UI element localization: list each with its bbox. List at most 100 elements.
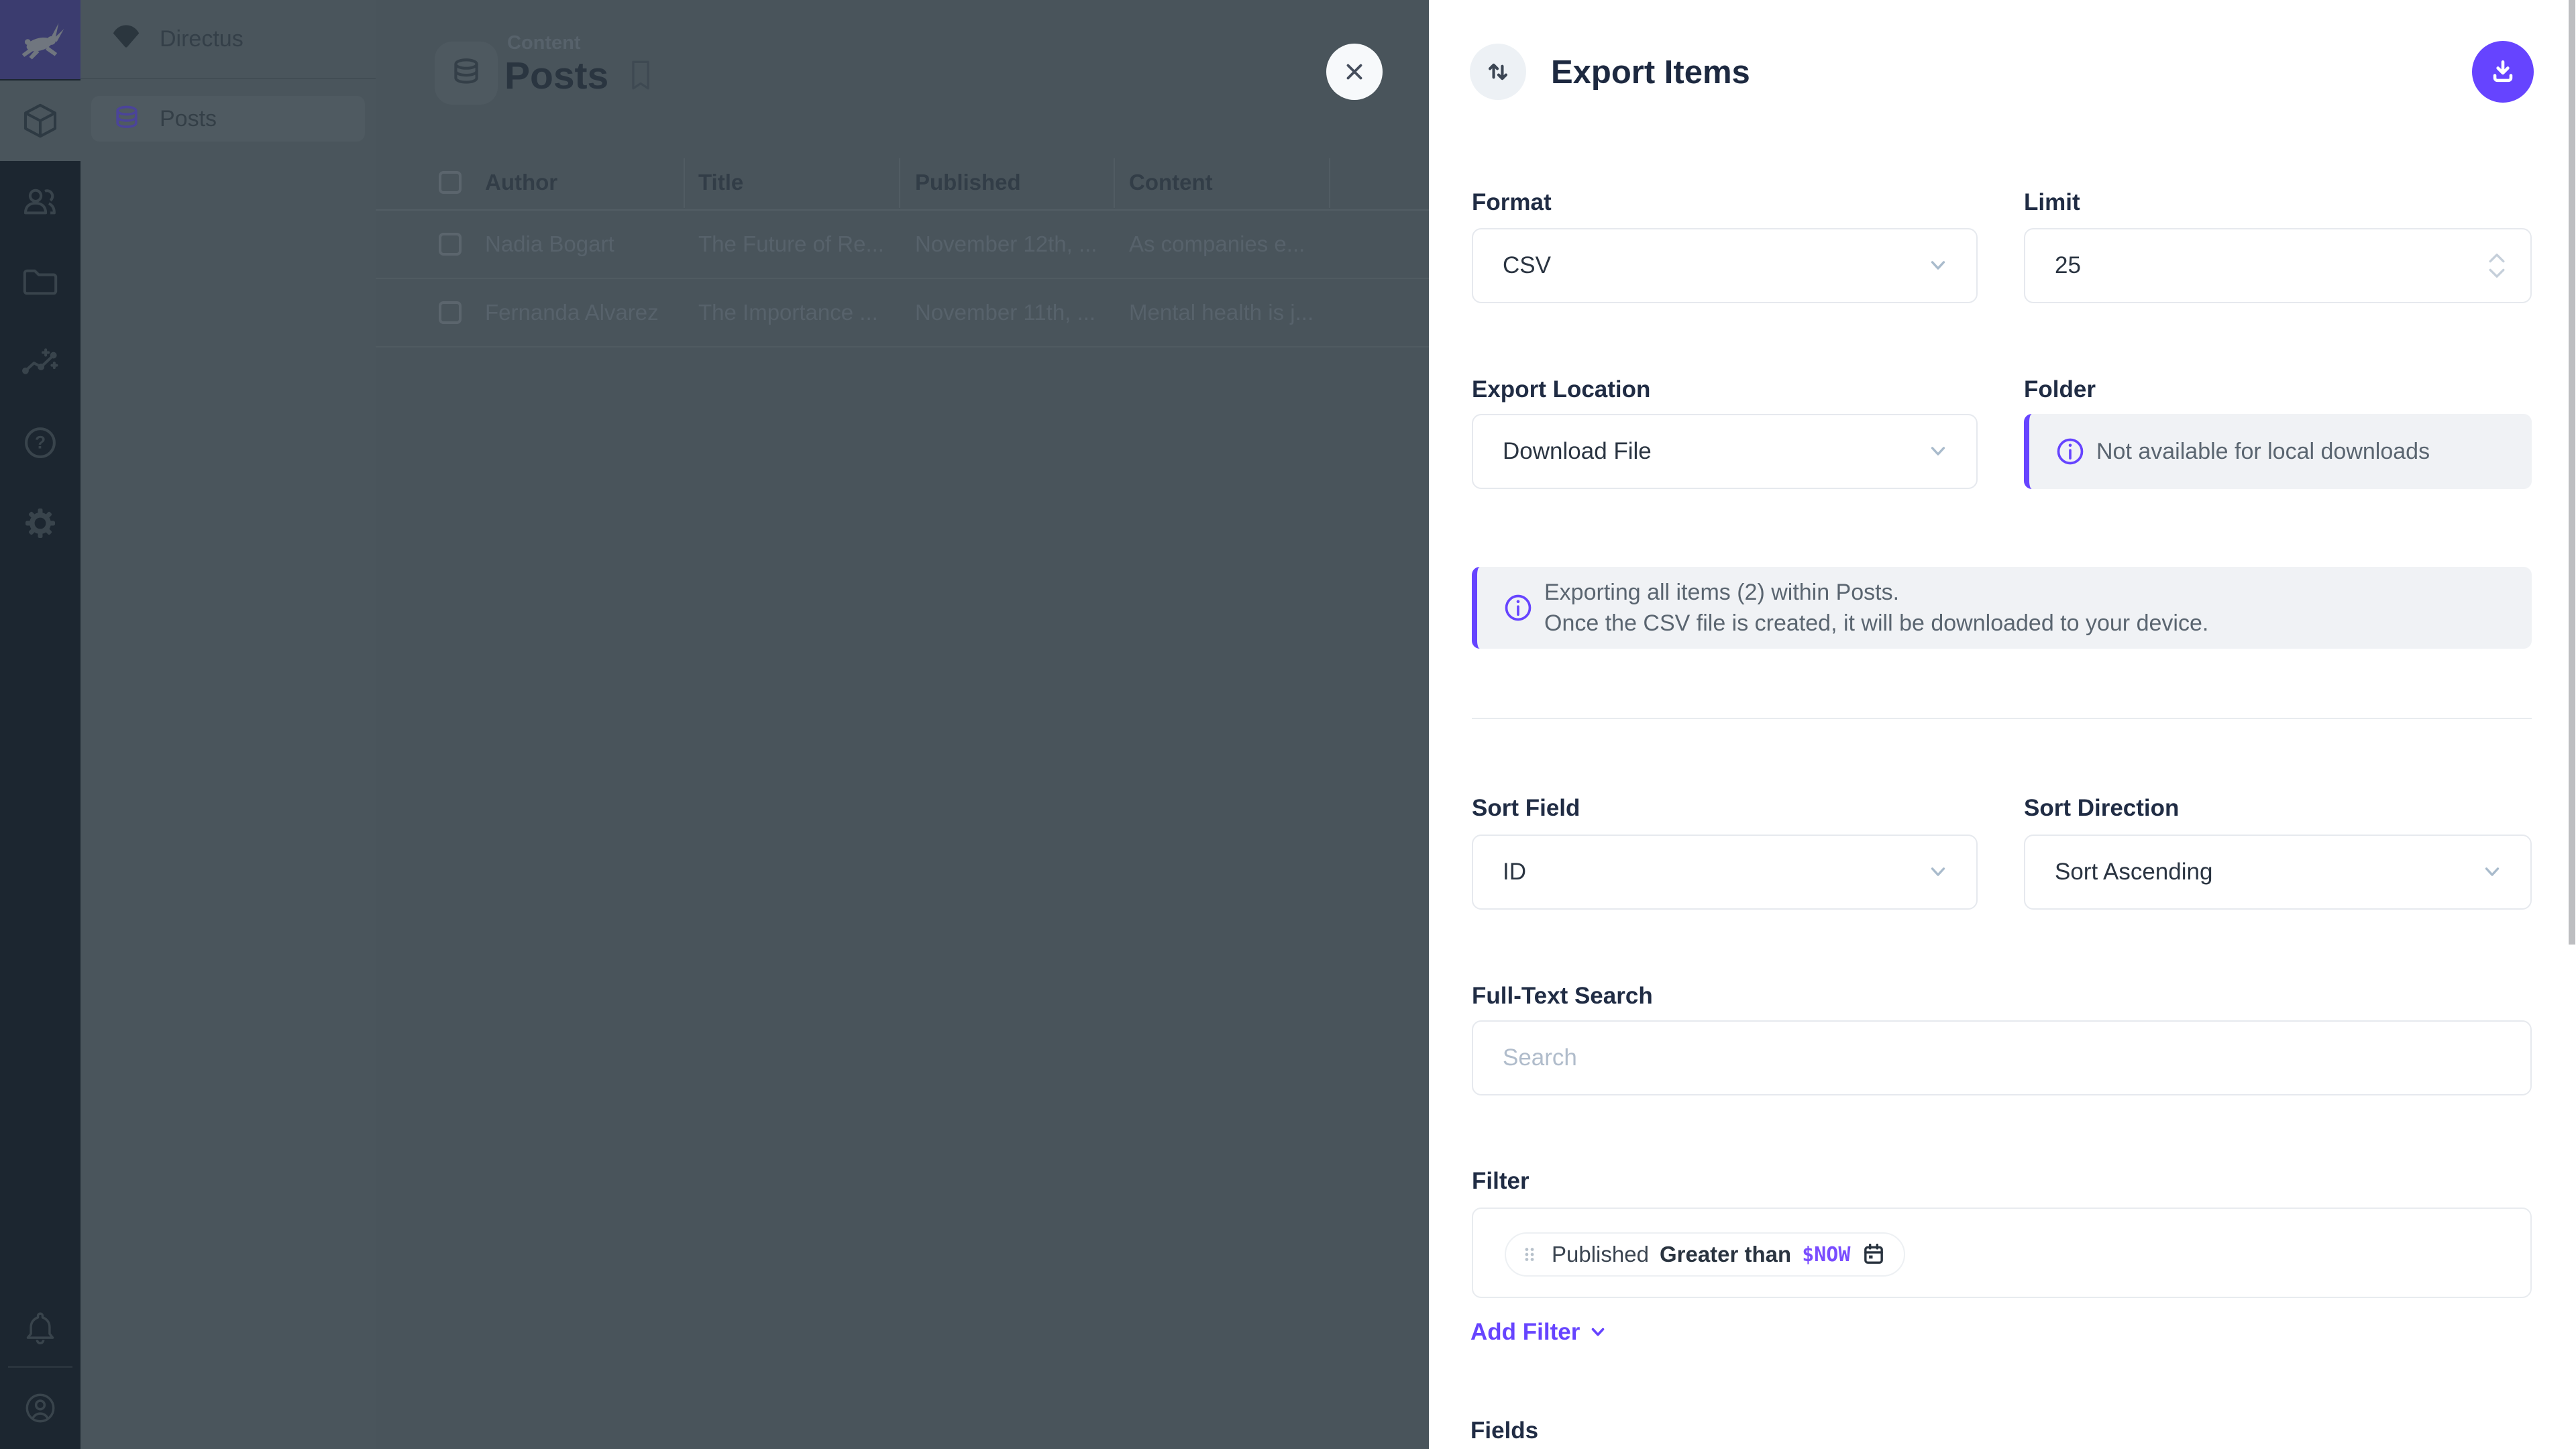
help-icon: ? — [21, 423, 60, 462]
account-button[interactable] — [0, 1368, 80, 1448]
search-input[interactable] — [1472, 1020, 2532, 1095]
database-icon — [111, 103, 142, 134]
filter-rule-chip[interactable]: Published Greater than $NOW — [1505, 1232, 1905, 1277]
module-help[interactable]: ? — [0, 402, 80, 483]
export-location-select[interactable]: Download File — [1472, 414, 1978, 489]
cell-content: Mental health is j... — [1129, 279, 1313, 346]
table-row[interactable]: Nadia Bogart The Future of Re... Novembe… — [376, 211, 1429, 279]
users-icon — [21, 182, 60, 221]
drawer-scrollbar[interactable] — [2568, 0, 2576, 1449]
avatar-icon — [21, 1389, 60, 1428]
gear-icon — [21, 504, 60, 543]
sort-field-value: ID — [1503, 859, 1526, 885]
calendar-icon[interactable] — [1861, 1242, 1886, 1267]
sort-direction-label: Sort Direction — [2024, 795, 2179, 822]
format-value: CSV — [1503, 252, 1551, 279]
fields-section-label: Fields — [1470, 1417, 1538, 1444]
module-content[interactable] — [0, 80, 80, 161]
filter-field[interactable]: Published — [1552, 1242, 1649, 1267]
sort-direction-value: Sort Ascending — [2055, 859, 2212, 885]
filter-container: Published Greater than $NOW — [1472, 1208, 2532, 1298]
module-files[interactable] — [0, 241, 80, 322]
format-select[interactable]: CSV — [1472, 228, 1978, 303]
limit-value: 25 — [2055, 252, 2081, 279]
chevron-down-icon — [1927, 440, 1949, 463]
breadcrumb: Content — [507, 32, 581, 54]
export-location-label: Export Location — [1472, 376, 1650, 403]
add-filter-label: Add Filter — [1470, 1319, 1580, 1346]
table-row[interactable]: Fernanda Alvarez The Importance ... Nove… — [376, 279, 1429, 347]
export-info-notice: Exporting all items (2) within Posts. On… — [1472, 567, 2532, 649]
drawer-title: Export Items — [1551, 54, 1750, 91]
cell-author: Nadia Bogart — [485, 211, 614, 278]
chevron-up-icon — [2487, 252, 2506, 264]
collection-icon-button[interactable] — [435, 42, 498, 105]
row-checkbox[interactable] — [439, 301, 462, 324]
sort-field-select[interactable]: ID — [1472, 835, 1978, 910]
directus-logo[interactable] — [0, 0, 80, 79]
export-items-drawer: Export Items Format CSV Limit 25 Export … — [1429, 0, 2576, 1449]
module-insights[interactable] — [0, 322, 80, 402]
start-export-button[interactable] — [2472, 41, 2534, 103]
full-text-search-label: Full-Text Search — [1472, 983, 1653, 1010]
project-fan-icon — [109, 21, 144, 56]
column-header-title[interactable]: Title — [698, 156, 743, 209]
project-header[interactable]: Directus — [80, 0, 376, 79]
folder-disabled-notice: Not available for local downloads — [2024, 414, 2532, 489]
cell-title: The Importance ... — [698, 279, 878, 346]
export-location-value: Download File — [1503, 438, 1652, 465]
export-notice-line2: Once the CSV file is created, it will be… — [1544, 608, 2208, 639]
cell-content: As companies e... — [1129, 211, 1305, 278]
sidebar-item-posts[interactable]: Posts — [91, 96, 365, 142]
limit-input[interactable]: 25 — [2024, 228, 2532, 303]
module-settings[interactable] — [0, 483, 80, 564]
row-checkbox[interactable] — [439, 233, 462, 256]
svg-text:?: ? — [35, 433, 46, 453]
close-icon — [1342, 59, 1367, 85]
nav-panel: Directus Posts — [80, 0, 376, 1449]
chevron-down-icon — [2487, 268, 2506, 280]
chevron-down-icon — [1588, 1322, 1608, 1342]
project-name: Directus — [160, 26, 244, 52]
import-export-icon-button — [1470, 44, 1526, 100]
column-header-published[interactable]: Published — [915, 156, 1021, 209]
box-icon — [21, 101, 60, 140]
close-drawer-button[interactable] — [1326, 44, 1383, 100]
format-label: Format — [1472, 189, 1552, 216]
sidebar-item-label: Posts — [160, 106, 217, 132]
module-bar: ? — [0, 0, 80, 1449]
swap-vertical-icon — [1483, 56, 1513, 87]
folder-notice-text: Not available for local downloads — [2029, 436, 2430, 467]
bookmark-button[interactable] — [625, 56, 660, 94]
sort-direction-select[interactable]: Sort Ascending — [2024, 835, 2532, 910]
section-divider — [1472, 718, 2532, 719]
number-stepper[interactable] — [2487, 252, 2506, 280]
export-notice-line1: Exporting all items (2) within Posts. — [1544, 577, 2208, 608]
insights-icon — [21, 343, 60, 382]
cell-title: The Future of Re... — [698, 211, 884, 278]
cell-published: November 11th, ... — [915, 279, 1095, 346]
filter-operator[interactable]: Greater than — [1660, 1242, 1791, 1267]
cell-published: November 12th, ... — [915, 211, 1097, 278]
select-all-checkbox[interactable] — [439, 171, 462, 194]
column-header-content[interactable]: Content — [1129, 156, 1213, 209]
folder-icon — [21, 262, 60, 301]
scrollbar-thumb[interactable] — [2569, 0, 2575, 945]
column-header-author[interactable]: Author — [485, 156, 557, 209]
rabbit-logo-icon — [16, 15, 64, 64]
folder-label: Folder — [2024, 376, 2096, 403]
sort-field-label: Sort Field — [1472, 795, 1580, 822]
module-users[interactable] — [0, 161, 80, 241]
filter-label: Filter — [1472, 1168, 1529, 1195]
info-icon — [2055, 436, 2086, 467]
bell-icon — [21, 1308, 60, 1347]
add-filter-button[interactable]: Add Filter — [1470, 1319, 1608, 1346]
notifications-button[interactable] — [0, 1287, 80, 1368]
filter-value[interactable]: $NOW — [1802, 1243, 1850, 1267]
chevron-down-icon — [1927, 254, 1949, 277]
page-title: Posts — [504, 54, 608, 98]
drag-handle-icon[interactable] — [1518, 1243, 1541, 1266]
download-icon — [2487, 56, 2518, 87]
chevron-down-icon — [2481, 861, 2504, 883]
table-header: Author Title Published Content — [376, 156, 1429, 211]
